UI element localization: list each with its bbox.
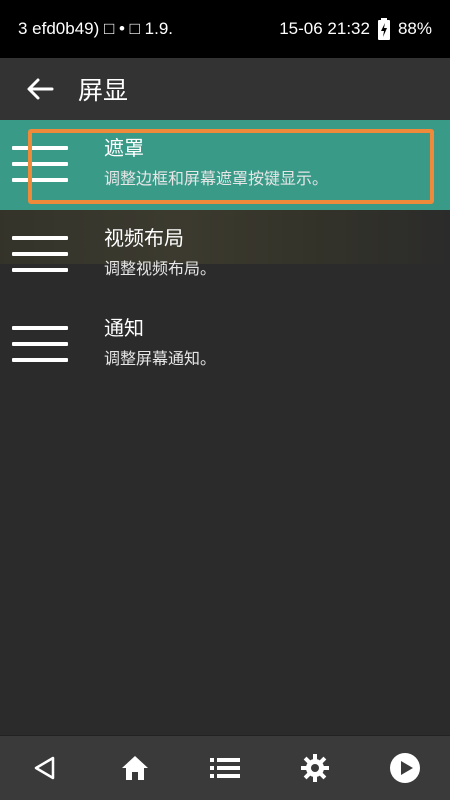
back-triangle-icon [34, 756, 55, 780]
list-item-title: 遮罩 [104, 136, 144, 160]
app-bar: 屏显 [0, 58, 450, 120]
play-circle-icon [390, 753, 420, 783]
menu-icon [12, 146, 68, 186]
menu-icon [12, 326, 68, 366]
status-time: 15-06 21:32 [279, 19, 370, 38]
nav-home-button[interactable] [110, 743, 160, 793]
list-item-subtitle: 调整屏幕通知。 [104, 349, 217, 368]
status-bar: 3 efd0b49) □ • □ 1.9. 15-06 21:32 88% [0, 0, 450, 58]
status-right: 15-06 21:32 88% [279, 18, 432, 40]
nav-list-button[interactable] [200, 743, 250, 793]
list-item-notification[interactable]: 通知 调整屏幕通知。 [0, 300, 450, 390]
back-button[interactable] [12, 61, 68, 117]
list-item-subtitle: 调整边框和屏幕遮罩按键显示。 [104, 169, 329, 188]
list-item-mask[interactable]: 遮罩 调整边框和屏幕遮罩按键显示。 [0, 120, 450, 210]
home-icon [122, 756, 148, 780]
page-title: 屏显 [78, 76, 129, 105]
nav-back-button[interactable] [20, 743, 70, 793]
list-item-title: 通知 [104, 316, 144, 340]
arrow-left-icon [27, 78, 54, 100]
list-item-video-layout[interactable]: 视频布局 调整视频布局。 [0, 210, 450, 300]
list-item-title: 视频布局 [104, 226, 184, 250]
list-icon [210, 758, 240, 778]
battery-charging-icon [377, 18, 390, 40]
bottom-nav [0, 735, 450, 800]
menu-icon [12, 236, 68, 276]
settings-list: 遮罩 调整边框和屏幕遮罩按键显示。 视频布局 调整视频布局。 通知 调整屏幕通知… [0, 120, 450, 390]
battery-percent: 88% [397, 19, 432, 38]
nav-settings-button[interactable] [290, 743, 340, 793]
gear-icon [301, 754, 329, 782]
status-left-text: 3 efd0b49) □ • □ 1.9. [18, 19, 174, 38]
list-item-subtitle: 调整视频布局。 [104, 259, 217, 278]
nav-play-button[interactable] [380, 743, 430, 793]
